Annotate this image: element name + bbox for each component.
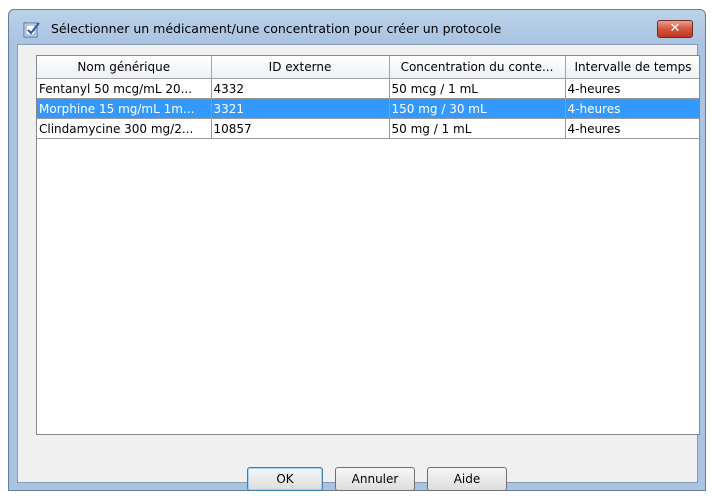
dialog-title: Sélectionner un médicament/une concentra… <box>51 21 502 36</box>
cancel-button-label: Annuler <box>351 472 399 486</box>
cell-nom-generique: Fentanyl 50 mcg/mL 20... <box>37 78 212 99</box>
cell-id-externe: 4332 <box>211 78 390 99</box>
cell-concentration: 150 mg / 30 mL <box>389 98 566 119</box>
cell-concentration: 50 mcg / 1 mL <box>389 78 566 99</box>
close-icon: ✕ <box>669 21 681 36</box>
column-header-id-externe[interactable]: ID externe <box>211 56 390 79</box>
ok-button[interactable]: OK <box>247 467 323 491</box>
title-bar[interactable]: Sélectionner un médicament/une concentra… <box>9 10 705 44</box>
cell-nom-generique: Morphine 15 mg/mL 1m... <box>37 98 212 119</box>
column-header-intervalle[interactable]: Intervalle de temps <box>565 56 699 79</box>
ok-button-label: OK <box>276 472 294 486</box>
dialog-content: Nom générique ID externe Concentration d… <box>17 44 700 491</box>
close-button[interactable]: ✕ <box>657 20 693 38</box>
medication-table[interactable]: Nom générique ID externe Concentration d… <box>36 55 700 435</box>
cell-id-externe: 10857 <box>211 118 390 139</box>
cell-concentration: 50 mg / 1 mL <box>389 118 566 139</box>
table-row[interactable]: Clindamycine 300 mg/2... 10857 50 mg / 1… <box>37 118 699 139</box>
checkbox-document-icon <box>23 21 41 39</box>
column-header-nom-generique[interactable]: Nom générique <box>37 56 212 79</box>
cancel-button[interactable]: Annuler <box>335 467 415 491</box>
table-row[interactable]: Fentanyl 50 mcg/mL 20... 4332 50 mcg / 1… <box>37 78 699 99</box>
cell-intervalle: 4-heures <box>565 98 699 119</box>
table-header-row: Nom générique ID externe Concentration d… <box>37 56 699 79</box>
cell-id-externe: 3321 <box>211 98 390 119</box>
cell-intervalle: 4-heures <box>565 78 699 99</box>
cell-nom-generique: Clindamycine 300 mg/2... <box>37 118 212 139</box>
cell-intervalle: 4-heures <box>565 118 699 139</box>
help-button[interactable]: Aide <box>427 467 507 491</box>
table-row-selected[interactable]: Morphine 15 mg/mL 1m... 3321 150 mg / 30… <box>37 98 699 119</box>
dialog-window: Sélectionner un médicament/une concentra… <box>8 9 706 491</box>
help-button-label: Aide <box>453 472 481 486</box>
column-header-concentration[interactable]: Concentration du conte... <box>389 56 566 79</box>
